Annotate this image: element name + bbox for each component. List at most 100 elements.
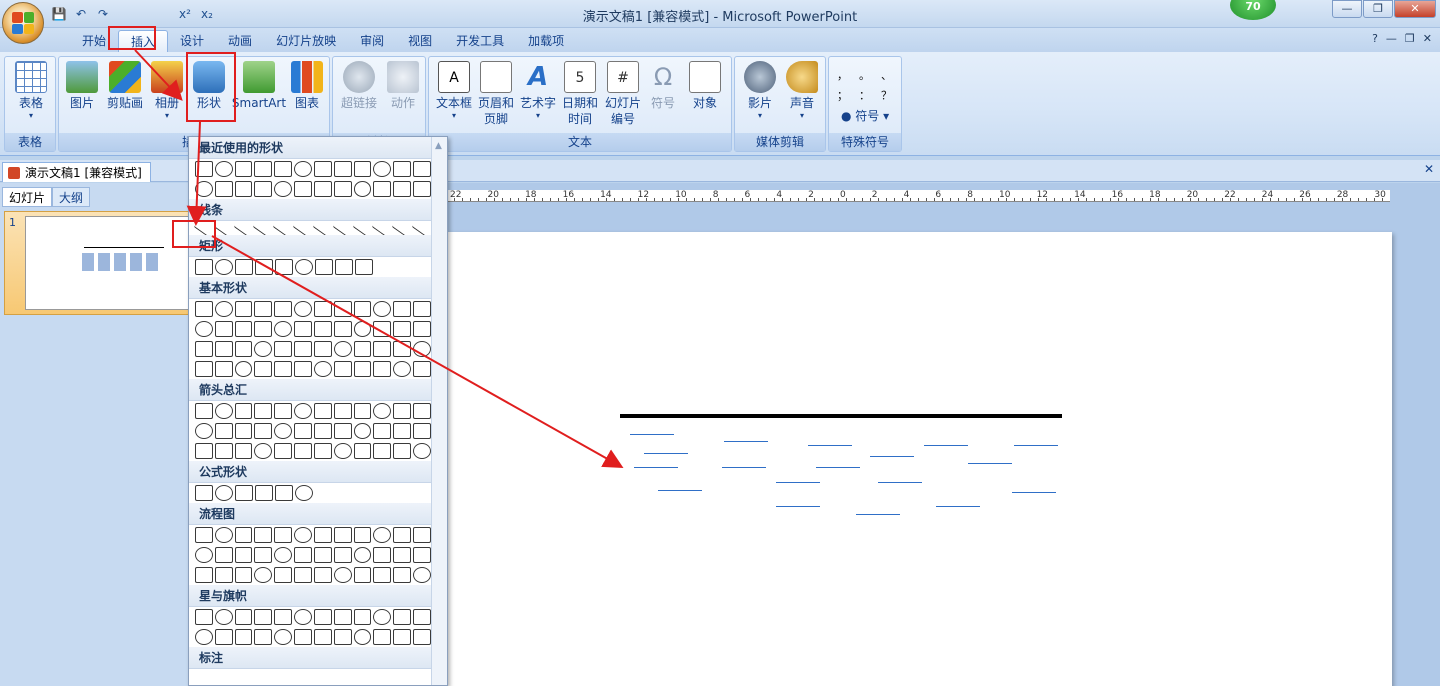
shape-item[interactable] bbox=[315, 259, 333, 275]
shape-item[interactable] bbox=[393, 527, 412, 543]
shape-item[interactable] bbox=[373, 567, 392, 583]
shape-item[interactable] bbox=[333, 527, 352, 543]
shape-item[interactable] bbox=[195, 567, 213, 583]
shape-item[interactable] bbox=[373, 423, 392, 439]
shape-item[interactable] bbox=[234, 181, 253, 197]
shape-item[interactable] bbox=[215, 259, 233, 275]
shape-item[interactable] bbox=[254, 341, 273, 357]
shape-item[interactable] bbox=[195, 161, 213, 177]
close-button[interactable]: ✕ bbox=[1394, 0, 1436, 18]
sound-button[interactable]: 声音 ▾ bbox=[781, 61, 823, 120]
shape-item[interactable] bbox=[313, 547, 332, 563]
shape-item[interactable] bbox=[235, 259, 253, 275]
shape-item[interactable] bbox=[413, 629, 431, 645]
shape-item[interactable] bbox=[353, 609, 372, 625]
shape-item[interactable] bbox=[195, 403, 213, 419]
shape-item[interactable] bbox=[313, 341, 332, 357]
shape-item[interactable] bbox=[313, 629, 332, 645]
shape-item[interactable] bbox=[255, 485, 273, 501]
shape-item[interactable] bbox=[294, 527, 312, 543]
shape-item[interactable] bbox=[274, 361, 293, 377]
picture-button[interactable]: 图片 bbox=[63, 61, 101, 111]
shape-item[interactable] bbox=[274, 341, 293, 357]
shape-item[interactable] bbox=[353, 527, 372, 543]
shape-item[interactable] bbox=[333, 443, 352, 459]
shape-item[interactable] bbox=[294, 181, 312, 197]
slide-thumbnail[interactable] bbox=[25, 216, 191, 310]
shape-item[interactable] bbox=[353, 403, 372, 419]
shape-item[interactable] bbox=[294, 567, 312, 583]
shape-item[interactable] bbox=[275, 259, 293, 275]
shape-item[interactable] bbox=[294, 609, 312, 625]
shape-item[interactable] bbox=[195, 301, 213, 317]
shape-item[interactable] bbox=[195, 341, 213, 357]
shape-item[interactable] bbox=[214, 403, 233, 419]
ribbon-minimize-button[interactable]: — bbox=[1386, 32, 1397, 45]
shape-item[interactable] bbox=[333, 321, 352, 337]
shape-item[interactable] bbox=[214, 609, 233, 625]
symbol-period[interactable]: 。 bbox=[859, 67, 881, 83]
shape-item[interactable] bbox=[195, 423, 213, 439]
shape-item[interactable] bbox=[353, 629, 372, 645]
shape-item[interactable] bbox=[234, 609, 253, 625]
shape-item[interactable] bbox=[214, 301, 233, 317]
symbol-colon[interactable]: ： bbox=[859, 87, 881, 103]
shape-item[interactable] bbox=[274, 321, 293, 337]
hyperlink-button[interactable]: 超链接 bbox=[337, 61, 381, 111]
shape-item[interactable] bbox=[393, 547, 412, 563]
shape-item[interactable] bbox=[353, 361, 372, 377]
shape-item[interactable] bbox=[393, 341, 412, 357]
shape-item[interactable] bbox=[333, 361, 352, 377]
shape-item[interactable] bbox=[294, 341, 312, 357]
slide-number-button[interactable]: # 幻灯片 编号 bbox=[601, 61, 645, 127]
slide-thumbnail-selected[interactable]: 1 bbox=[4, 211, 192, 315]
shape-item[interactable] bbox=[234, 301, 253, 317]
shape-item[interactable] bbox=[373, 161, 392, 177]
slide-horizontal-line[interactable] bbox=[620, 414, 1062, 418]
shape-item[interactable] bbox=[254, 443, 273, 459]
tab-review[interactable]: 审阅 bbox=[348, 30, 396, 52]
shape-item[interactable] bbox=[413, 567, 431, 583]
shape-item[interactable] bbox=[274, 161, 293, 177]
object-button[interactable]: 对象 bbox=[685, 61, 725, 111]
shape-item[interactable] bbox=[353, 443, 372, 459]
shape-item[interactable] bbox=[234, 361, 253, 377]
shape-item[interactable] bbox=[355, 259, 373, 275]
table-button[interactable]: 表格 ▾ bbox=[11, 61, 51, 120]
special-symbol-button[interactable]: ● 符号 ▾ bbox=[841, 107, 889, 124]
shape-item[interactable] bbox=[313, 321, 332, 337]
ribbon-restore-button[interactable]: ❐ bbox=[1405, 32, 1415, 45]
shape-item[interactable] bbox=[413, 361, 431, 377]
tab-animations[interactable]: 动画 bbox=[216, 30, 264, 52]
shape-item[interactable] bbox=[254, 181, 273, 197]
shape-item[interactable] bbox=[195, 181, 213, 197]
shape-item[interactable] bbox=[214, 527, 233, 543]
shape-item[interactable] bbox=[294, 361, 312, 377]
shape-item[interactable] bbox=[294, 423, 312, 439]
shape-item[interactable] bbox=[274, 181, 293, 197]
office-button[interactable] bbox=[2, 2, 44, 44]
shape-item[interactable] bbox=[254, 161, 273, 177]
shape-item[interactable] bbox=[254, 423, 273, 439]
slide-canvas[interactable] bbox=[446, 232, 1392, 686]
symbol-enum-comma[interactable]: 、 bbox=[881, 67, 903, 83]
shape-item[interactable] bbox=[195, 629, 213, 645]
wordart-button[interactable]: A 艺术字 ▾ bbox=[517, 61, 559, 120]
shape-item[interactable] bbox=[313, 181, 332, 197]
shape-item[interactable] bbox=[235, 485, 253, 501]
shape-item[interactable] bbox=[393, 301, 412, 317]
shape-item[interactable] bbox=[313, 567, 332, 583]
shape-item[interactable] bbox=[353, 423, 372, 439]
action-button[interactable]: 动作 bbox=[383, 61, 423, 111]
shape-item[interactable] bbox=[214, 321, 233, 337]
shape-item[interactable] bbox=[393, 161, 412, 177]
shape-item[interactable] bbox=[254, 547, 273, 563]
shape-item[interactable] bbox=[294, 321, 312, 337]
shape-item[interactable] bbox=[353, 567, 372, 583]
shape-item[interactable] bbox=[254, 321, 273, 337]
shape-item[interactable] bbox=[373, 403, 392, 419]
shape-item[interactable] bbox=[373, 547, 392, 563]
shape-item[interactable] bbox=[295, 485, 313, 501]
shape-item[interactable] bbox=[274, 629, 293, 645]
symbol-button[interactable]: Ω 符号 bbox=[645, 61, 681, 111]
